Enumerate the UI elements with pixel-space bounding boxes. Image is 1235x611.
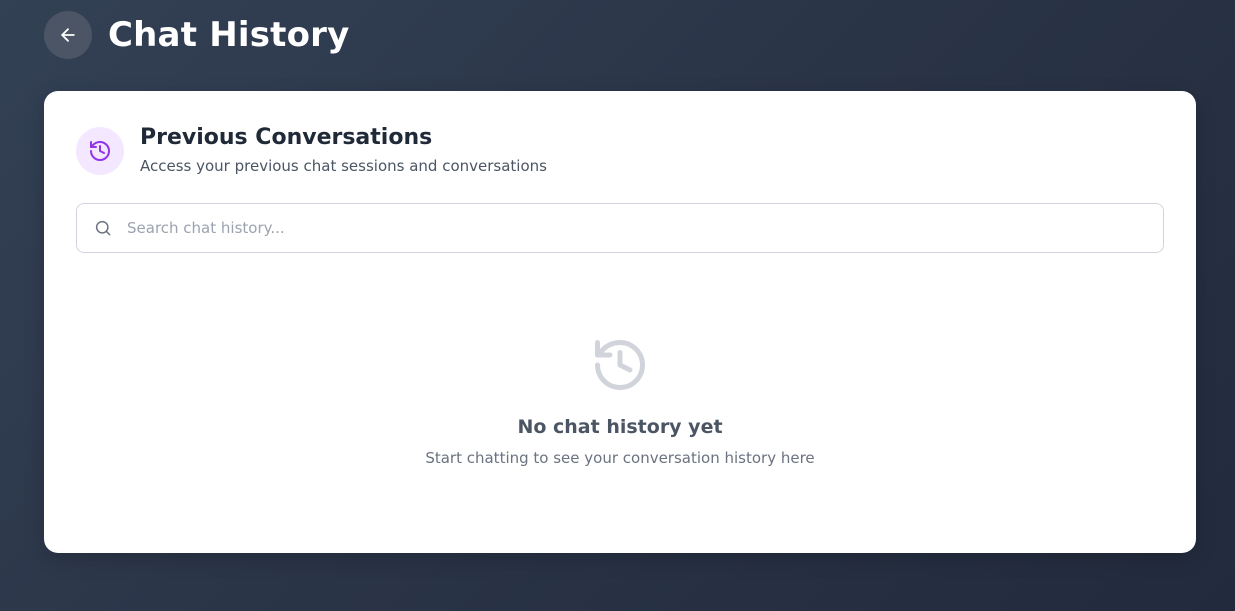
section-header: Previous Conversations Access your previ… [76,125,547,175]
section-subtitle: Access your previous chat sessions and c… [140,157,547,175]
page-header: Chat History [44,11,349,59]
section-text: Previous Conversations Access your previ… [140,125,547,175]
arrow-left-icon [61,28,75,42]
empty-state-subtitle: Start chatting to see your conversation … [425,449,815,467]
history-icon [90,141,110,161]
section-title: Previous Conversations [140,125,433,150]
back-button[interactable] [44,11,92,59]
history-icon [595,340,645,390]
empty-state-title: No chat history yet [517,416,723,438]
search-box[interactable] [76,203,1164,253]
search-input[interactable] [125,207,1163,249]
empty-state: No chat history yet Start chatting to se… [44,335,1196,467]
chat-history-card: Previous Conversations Access your previ… [44,91,1196,553]
page-title: Chat History [108,15,350,55]
search-icon [93,218,113,238]
section-icon-badge [76,127,124,175]
